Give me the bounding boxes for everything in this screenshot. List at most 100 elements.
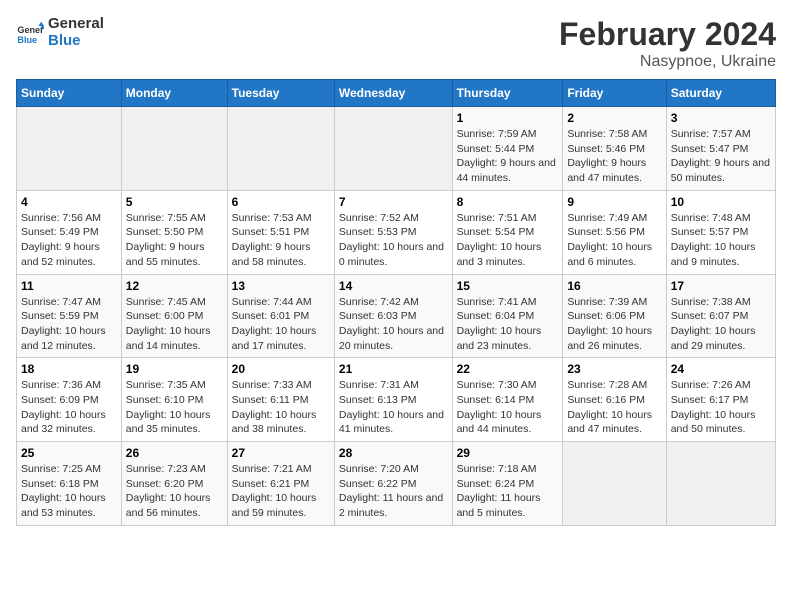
day-detail: Sunrise: 7:21 AMSunset: 6:21 PMDaylight:…: [232, 462, 330, 521]
calendar-cell: [563, 442, 666, 526]
day-detail: Sunrise: 7:49 AMSunset: 5:56 PMDaylight:…: [567, 211, 661, 270]
main-title: February 2024: [559, 16, 776, 53]
day-number: 1: [457, 111, 559, 125]
day-number: 26: [126, 446, 223, 460]
calendar-cell: 3 Sunrise: 7:57 AMSunset: 5:47 PMDaylight…: [666, 107, 775, 191]
calendar-cell: 15 Sunrise: 7:41 AMSunset: 6:04 PMDayligh…: [452, 274, 563, 358]
day-detail: Sunrise: 7:35 AMSunset: 6:10 PMDaylight:…: [126, 378, 223, 437]
day-detail: Sunrise: 7:57 AMSunset: 5:47 PMDaylight:…: [671, 127, 771, 186]
day-detail: Sunrise: 7:38 AMSunset: 6:07 PMDaylight:…: [671, 295, 771, 354]
day-number: 12: [126, 279, 223, 293]
day-number: 11: [21, 279, 117, 293]
svg-text:General: General: [17, 25, 44, 35]
calendar-cell: 26 Sunrise: 7:23 AMSunset: 6:20 PMDayligh…: [121, 442, 227, 526]
day-detail: Sunrise: 7:39 AMSunset: 6:06 PMDaylight:…: [567, 295, 661, 354]
week-row-5: 25Sunrise: 7:25 AMSunset: 6:18 PMDayligh…: [17, 442, 776, 526]
day-number: 16: [567, 279, 661, 293]
day-detail: Sunrise: 7:53 AMSunset: 5:51 PMDaylight:…: [232, 211, 330, 270]
calendar-cell: 6 Sunrise: 7:53 AMSunset: 5:51 PMDaylight…: [227, 190, 334, 274]
calendar-cell: 11 Sunrise: 7:47 AMSunset: 5:59 PMDayligh…: [17, 274, 122, 358]
day-detail: Sunrise: 7:56 AMSunset: 5:49 PMDaylight:…: [21, 211, 117, 270]
calendar-cell: 12 Sunrise: 7:45 AMSunset: 6:00 PMDayligh…: [121, 274, 227, 358]
calendar-cell: 17 Sunrise: 7:38 AMSunset: 6:07 PMDayligh…: [666, 274, 775, 358]
day-detail: Sunrise: 7:23 AMSunset: 6:20 PMDaylight:…: [126, 462, 223, 521]
day-detail: Sunrise: 7:33 AMSunset: 6:11 PMDaylight:…: [232, 378, 330, 437]
calendar-cell: 14Sunrise: 7:42 AMSunset: 6:03 PMDayligh…: [334, 274, 452, 358]
day-detail: Sunrise: 7:59 AMSunset: 5:44 PMDaylight:…: [457, 127, 559, 186]
day-detail: Sunrise: 7:31 AMSunset: 6:13 PMDaylight:…: [339, 378, 448, 437]
calendar-cell: 5Sunrise: 7:55 AMSunset: 5:50 PMDaylight…: [121, 190, 227, 274]
calendar-cell: 20Sunrise: 7:33 AMSunset: 6:11 PMDayligh…: [227, 358, 334, 442]
day-number: 4: [21, 195, 117, 209]
calendar-table: SundayMondayTuesdayWednesdayThursdayFrid…: [16, 79, 776, 526]
day-number: 15: [457, 279, 559, 293]
calendar-cell: 9 Sunrise: 7:49 AMSunset: 5:56 PMDaylight…: [563, 190, 666, 274]
calendar-cell: 8Sunrise: 7:51 AMSunset: 5:54 PMDaylight…: [452, 190, 563, 274]
day-detail: Sunrise: 7:47 AMSunset: 5:59 PMDaylight:…: [21, 295, 117, 354]
calendar-cell: 4 Sunrise: 7:56 AMSunset: 5:49 PMDaylight…: [17, 190, 122, 274]
calendar-cell: 18Sunrise: 7:36 AMSunset: 6:09 PMDayligh…: [17, 358, 122, 442]
day-detail: Sunrise: 7:48 AMSunset: 5:57 PMDaylight:…: [671, 211, 771, 270]
logo-icon: General Blue: [16, 19, 44, 47]
week-row-1: 1 Sunrise: 7:59 AMSunset: 5:44 PMDaylight…: [17, 107, 776, 191]
calendar-cell: 22 Sunrise: 7:30 AMSunset: 6:14 PMDayligh…: [452, 358, 563, 442]
day-number: 6: [232, 195, 330, 209]
title-area: February 2024 Nasypnoe, Ukraine: [559, 16, 776, 71]
day-detail: Sunrise: 7:30 AMSunset: 6:14 PMDaylight:…: [457, 378, 559, 437]
logo: General Blue General Blue: [16, 16, 104, 49]
day-number: 14: [339, 279, 448, 293]
day-number: 9: [567, 195, 661, 209]
column-header-saturday: Saturday: [666, 80, 775, 107]
day-number: 19: [126, 362, 223, 376]
logo-line2: Blue: [48, 33, 104, 50]
day-number: 22: [457, 362, 559, 376]
header: General Blue General Blue February 2024 …: [16, 16, 776, 71]
day-detail: Sunrise: 7:41 AMSunset: 6:04 PMDaylight:…: [457, 295, 559, 354]
week-row-4: 18Sunrise: 7:36 AMSunset: 6:09 PMDayligh…: [17, 358, 776, 442]
day-detail: Sunrise: 7:52 AMSunset: 5:53 PMDaylight:…: [339, 211, 448, 270]
column-header-thursday: Thursday: [452, 80, 563, 107]
calendar-cell: [334, 107, 452, 191]
day-number: 8: [457, 195, 559, 209]
calendar-cell: [666, 442, 775, 526]
calendar-cell: [17, 107, 122, 191]
day-detail: Sunrise: 7:18 AMSunset: 6:24 PMDaylight:…: [457, 462, 559, 521]
day-number: 24: [671, 362, 771, 376]
calendar-cell: 13 Sunrise: 7:44 AMSunset: 6:01 PMDayligh…: [227, 274, 334, 358]
column-header-sunday: Sunday: [17, 80, 122, 107]
day-detail: Sunrise: 7:44 AMSunset: 6:01 PMDaylight:…: [232, 295, 330, 354]
day-detail: Sunrise: 7:58 AMSunset: 5:46 PMDaylight:…: [567, 127, 661, 186]
day-number: 2: [567, 111, 661, 125]
day-number: 27: [232, 446, 330, 460]
day-detail: Sunrise: 7:20 AMSunset: 6:22 PMDaylight:…: [339, 462, 448, 521]
day-number: 28: [339, 446, 448, 460]
calendar-cell: 19 Sunrise: 7:35 AMSunset: 6:10 PMDayligh…: [121, 358, 227, 442]
calendar-cell: 16 Sunrise: 7:39 AMSunset: 6:06 PMDayligh…: [563, 274, 666, 358]
day-number: 17: [671, 279, 771, 293]
day-number: 29: [457, 446, 559, 460]
day-detail: Sunrise: 7:45 AMSunset: 6:00 PMDaylight:…: [126, 295, 223, 354]
day-detail: Sunrise: 7:55 AMSunset: 5:50 PMDaylight:…: [126, 211, 223, 270]
calendar-cell: 25Sunrise: 7:25 AMSunset: 6:18 PMDayligh…: [17, 442, 122, 526]
day-number: 18: [21, 362, 117, 376]
logo-line1: General: [48, 16, 104, 33]
column-header-tuesday: Tuesday: [227, 80, 334, 107]
calendar-cell: 1 Sunrise: 7:59 AMSunset: 5:44 PMDaylight…: [452, 107, 563, 191]
day-detail: Sunrise: 7:28 AMSunset: 6:16 PMDaylight:…: [567, 378, 661, 437]
week-row-2: 4 Sunrise: 7:56 AMSunset: 5:49 PMDaylight…: [17, 190, 776, 274]
day-number: 10: [671, 195, 771, 209]
day-number: 13: [232, 279, 330, 293]
calendar-cell: [227, 107, 334, 191]
day-number: 23: [567, 362, 661, 376]
header-row: SundayMondayTuesdayWednesdayThursdayFrid…: [17, 80, 776, 107]
calendar-cell: 21 Sunrise: 7:31 AMSunset: 6:13 PMDayligh…: [334, 358, 452, 442]
calendar-cell: [121, 107, 227, 191]
calendar-cell: 2 Sunrise: 7:58 AMSunset: 5:46 PMDaylight…: [563, 107, 666, 191]
column-header-wednesday: Wednesday: [334, 80, 452, 107]
day-number: 3: [671, 111, 771, 125]
calendar-cell: 28 Sunrise: 7:20 AMSunset: 6:22 PMDayligh…: [334, 442, 452, 526]
day-number: 21: [339, 362, 448, 376]
calendar-cell: 29 Sunrise: 7:18 AMSunset: 6:24 PMDayligh…: [452, 442, 563, 526]
day-detail: Sunrise: 7:26 AMSunset: 6:17 PMDaylight:…: [671, 378, 771, 437]
calendar-cell: 23 Sunrise: 7:28 AMSunset: 6:16 PMDayligh…: [563, 358, 666, 442]
